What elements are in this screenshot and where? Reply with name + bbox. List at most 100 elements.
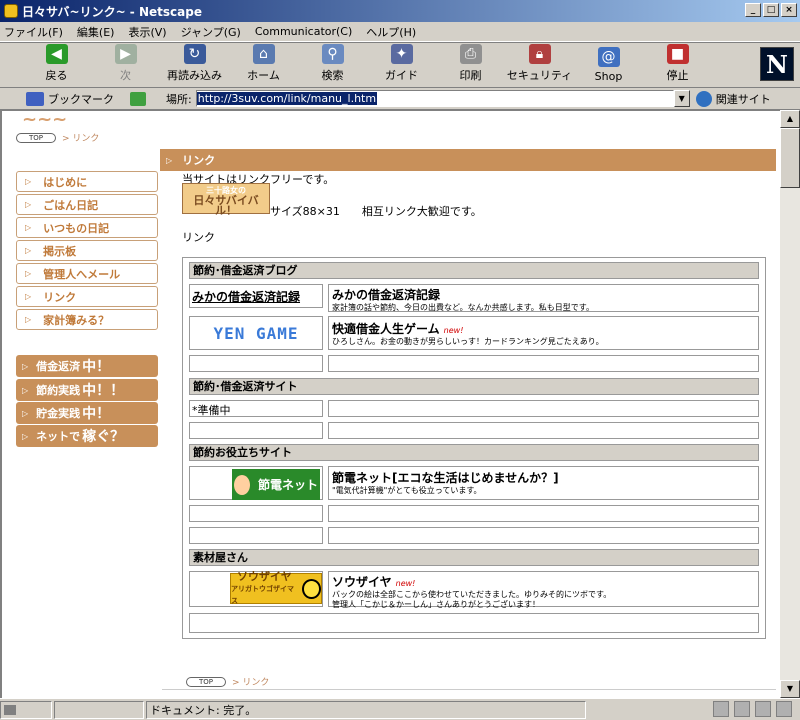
reload-icon: ↻ bbox=[183, 44, 206, 64]
search-label: 検索 bbox=[321, 69, 344, 82]
reload-button[interactable]: ↻ 再読み込み bbox=[160, 43, 229, 87]
search-icon: ⚲ bbox=[321, 44, 344, 64]
nav-bbs[interactable]: ▷ 掲示板 bbox=[16, 240, 158, 261]
triangle-icon: ▷ bbox=[166, 155, 173, 165]
side-nav: ▷ はじめに ▷ ごはん日記 ▷ いつもの日記 ▷ 掲示板 ▷ 管理人へメール ▷ リンク … bbox=[16, 171, 158, 332]
guide-button[interactable]: ✦ ガイド bbox=[367, 43, 436, 87]
menu-file[interactable]: ファイル(F) bbox=[4, 24, 63, 40]
breadcrumb: > リンク bbox=[62, 134, 100, 144]
minimize-button[interactable]: _ bbox=[745, 3, 761, 17]
top-button-bottom[interactable]: TOP bbox=[186, 676, 227, 687]
home-button[interactable]: ⌂ ホーム bbox=[229, 43, 298, 87]
shop-label: Shop bbox=[594, 70, 623, 83]
nav-meal-diary[interactable]: ▷ ごはん日記 bbox=[16, 194, 158, 215]
preparing-text: *準備中 bbox=[192, 404, 231, 417]
reload-label: 再読み込み bbox=[167, 69, 222, 82]
setsuden-banner-cell: 節電ネット bbox=[189, 466, 323, 500]
menu-communicator[interactable]: Communicator(C) bbox=[255, 25, 352, 38]
related-icon bbox=[695, 90, 712, 107]
triangle-icon: ▷ bbox=[25, 246, 32, 255]
menu-go[interactable]: ジャンプ(G) bbox=[181, 24, 241, 40]
close-button[interactable]: × bbox=[781, 3, 797, 17]
scroll-up-button[interactable]: ▲ bbox=[780, 110, 800, 128]
security-status[interactable] bbox=[0, 700, 52, 719]
discussion-icon[interactable] bbox=[755, 701, 771, 717]
promo-debt[interactable]: ▷ 借金返済 中！ bbox=[16, 355, 158, 377]
menu-edit[interactable]: 編集(E) bbox=[77, 24, 115, 40]
empty-cell bbox=[328, 400, 759, 417]
mikan-link[interactable]: みかの借金返済記録 bbox=[192, 290, 300, 304]
search-button[interactable]: ⚲ 検索 bbox=[298, 43, 367, 87]
setsuden-banner-text: 節電ネット bbox=[257, 478, 318, 492]
empty-cell bbox=[328, 505, 759, 522]
banner-size-text: サイズ88×31 相互リンク大歓迎です。 bbox=[270, 205, 482, 218]
nav-household-book[interactable]: ▷ 家計簿みる？ bbox=[16, 309, 158, 330]
nav-mail[interactable]: ▷ 管理人へメール bbox=[16, 263, 158, 284]
triangle-icon: ▷ bbox=[25, 292, 32, 301]
scroll-thumb[interactable] bbox=[780, 128, 800, 188]
empty-cell bbox=[328, 422, 759, 439]
location-input[interactable]: http://3suv.com/link/manu_l.htm bbox=[195, 90, 674, 107]
site-banner[interactable]: 三十路女の 日々サバイバル！ bbox=[182, 183, 270, 216]
promo-saving[interactable]: ▷ 節約実践 中！！ bbox=[16, 379, 158, 401]
related-sites-button[interactable]: 関連サイト bbox=[695, 90, 771, 107]
yen-title[interactable]: 快適借金人生ゲーム bbox=[332, 322, 440, 336]
promo-earn[interactable]: ▷ ネットで 稼ぐ？ bbox=[16, 425, 158, 447]
composer-icon[interactable] bbox=[776, 701, 792, 717]
divider bbox=[162, 689, 776, 690]
navigator-icon[interactable] bbox=[713, 701, 729, 717]
empty-cell bbox=[328, 355, 759, 372]
print-icon: ⎙ bbox=[459, 44, 482, 64]
home-label: ホーム bbox=[247, 69, 280, 82]
empty-cell bbox=[189, 355, 323, 372]
page-content: ~~~ TOP > リンク ▷ リンク ▷ はじめに ▷ ごはん日記 ▷ いつもの日記 … bbox=[0, 110, 780, 698]
nav-daily-diary[interactable]: ▷ いつもの日記 bbox=[16, 217, 158, 238]
character-icon bbox=[233, 474, 250, 495]
sozai-banner[interactable]: ソウザイヤ アリガトウゴザイマス bbox=[230, 570, 322, 605]
vertical-scrollbar[interactable]: ▲ ▼ bbox=[780, 110, 800, 698]
guide-label: ガイド bbox=[385, 69, 418, 82]
mikan-desc-cell: みかの借金返済記録 家計簿の話や節約、今日の出費など。なんか共感します。私も日型… bbox=[328, 284, 759, 312]
promo-text: 節約実践 bbox=[36, 384, 81, 397]
setsuden-banner[interactable]: 節電ネット bbox=[232, 469, 320, 500]
nav-links[interactable]: ▷ リンク bbox=[16, 286, 158, 307]
mail-icon[interactable] bbox=[734, 701, 750, 717]
sozai-banner-subtext: アリガトウゴザイマス bbox=[231, 584, 294, 605]
maximize-button[interactable]: □ bbox=[763, 3, 779, 17]
security-button[interactable]: 🔒︎ セキュリティ bbox=[505, 43, 574, 87]
scroll-down-button[interactable]: ▼ bbox=[780, 680, 800, 698]
location-toolbar: ブックマーク 場所: http://3suv.com/link/manu_l.h… bbox=[0, 88, 800, 110]
nav-intro[interactable]: ▷ はじめに bbox=[16, 171, 158, 192]
forward-button[interactable]: ▶ 次 bbox=[91, 43, 160, 87]
triangle-icon: ▷ bbox=[25, 223, 32, 232]
nav-label: 掲示板 bbox=[43, 244, 77, 258]
top-button[interactable]: TOP bbox=[16, 132, 57, 143]
sozai-title[interactable]: ソウザイヤ bbox=[332, 575, 392, 589]
heading-text: リンク bbox=[182, 154, 216, 167]
triangle-icon: ▷ bbox=[22, 361, 29, 371]
triangle-icon: ▷ bbox=[25, 177, 32, 186]
stop-button[interactable]: ■ 停止 bbox=[643, 43, 712, 87]
location-dropdown-button[interactable]: ▼ bbox=[673, 90, 690, 107]
triangle-icon: ▷ bbox=[25, 315, 32, 324]
location-url-text: http://3suv.com/link/manu_l.htm bbox=[196, 92, 378, 105]
progress-area bbox=[54, 700, 144, 719]
page-proxy-icon[interactable] bbox=[130, 91, 146, 106]
back-button[interactable]: ◀ 戻る bbox=[22, 43, 91, 87]
promo-deposit[interactable]: ▷ 貯金実践 中！ bbox=[16, 402, 158, 424]
bookmarks-button[interactable]: ブックマーク bbox=[26, 91, 114, 107]
yen-game-banner[interactable]: YEN GAME bbox=[189, 316, 323, 350]
menu-view[interactable]: 表示(V) bbox=[128, 24, 166, 40]
shop-button[interactable]: @ Shop bbox=[574, 43, 643, 87]
section-material: 素材屋さん bbox=[189, 549, 759, 566]
section-heading: ▷ リンク bbox=[160, 149, 776, 171]
sozai-desc-line2: 管理人「こかじ＆かーしん」さんありがとうございます！ bbox=[332, 600, 540, 609]
promo-text-big: 中！ bbox=[82, 406, 111, 422]
triangle-icon: ▷ bbox=[22, 408, 29, 418]
menu-help[interactable]: ヘルプ(H) bbox=[366, 24, 416, 40]
netscape-app-icon bbox=[4, 4, 18, 18]
print-button[interactable]: ⎙ 印刷 bbox=[436, 43, 505, 87]
yen-banner-text: YEN GAME bbox=[213, 323, 299, 343]
setsuden-title[interactable]: 節電ネット[エコな生活はじめませんか？] bbox=[332, 469, 755, 486]
print-label: 印刷 bbox=[459, 69, 482, 82]
